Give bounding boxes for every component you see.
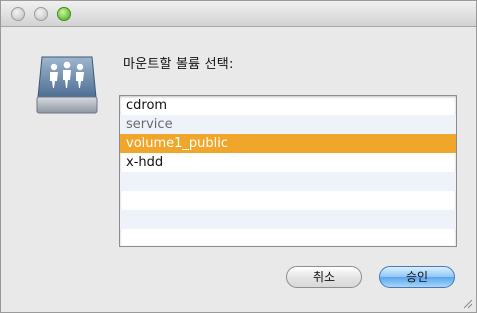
minimize-button[interactable] bbox=[34, 7, 48, 21]
empty-row bbox=[120, 191, 456, 210]
zoom-button[interactable] bbox=[57, 7, 71, 21]
close-button[interactable] bbox=[11, 7, 25, 21]
volume-item-x-hdd[interactable]: x-hdd bbox=[120, 153, 456, 172]
volume-item-volume1-public[interactable]: volume1_public bbox=[120, 134, 456, 153]
volume-item-cdrom[interactable]: cdrom bbox=[120, 96, 456, 115]
volume-list[interactable]: cdrom service volume1_public x-hdd bbox=[119, 95, 457, 247]
cancel-button[interactable]: 취소 bbox=[286, 266, 362, 288]
ok-button[interactable]: 승인 bbox=[379, 266, 455, 288]
empty-row bbox=[120, 229, 456, 246]
empty-row bbox=[120, 172, 456, 191]
network-drive-icon bbox=[36, 56, 98, 114]
volume-item-service[interactable]: service bbox=[120, 115, 456, 134]
empty-row bbox=[120, 210, 456, 229]
resize-grip-icon[interactable] bbox=[461, 297, 473, 309]
title-bar bbox=[1, 1, 476, 27]
dialog-prompt: 마운트할 볼륨 선택: bbox=[123, 57, 234, 72]
mount-volume-dialog: 마운트할 볼륨 선택: cdrom service volume1_public… bbox=[0, 0, 477, 313]
